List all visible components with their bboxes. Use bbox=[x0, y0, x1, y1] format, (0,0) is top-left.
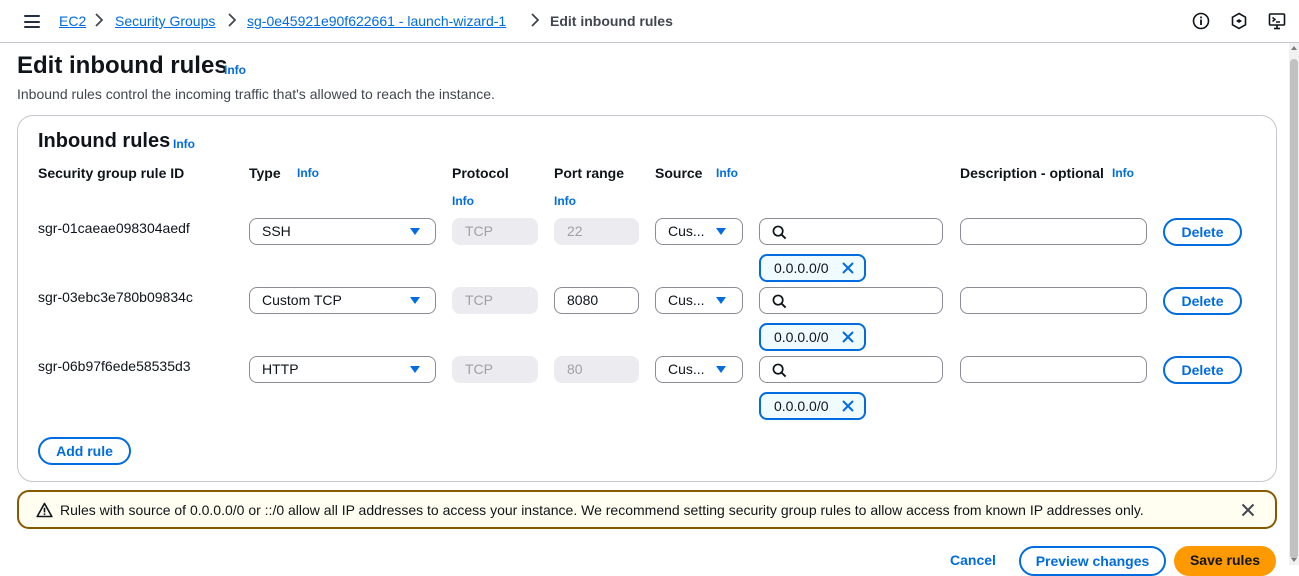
container-title: Inbound rules bbox=[38, 130, 171, 152]
type-select-value: Custom TCP bbox=[262, 292, 342, 308]
port-range-input[interactable]: 8080 bbox=[554, 287, 639, 314]
breadcrumb-security-group[interactable]: sg-0e45921e90f622661 - launch-wizard-1 bbox=[247, 13, 506, 29]
page-title: Edit inbound rules bbox=[17, 52, 228, 79]
rule-id: sgr-03ebc3e780b09834c bbox=[38, 289, 193, 305]
caret-down-icon bbox=[716, 228, 726, 235]
column-header-rule-id: Security group rule ID bbox=[38, 165, 185, 181]
close-icon[interactable] bbox=[841, 261, 855, 275]
cidr-token-value: 0.0.0.0/0 bbox=[774, 398, 829, 414]
protocol-field: TCP bbox=[452, 287, 538, 314]
source-select-value: Cus... bbox=[668, 361, 705, 377]
type-select[interactable]: Custom TCP bbox=[249, 287, 436, 314]
description-input[interactable] bbox=[960, 356, 1147, 383]
delete-button[interactable]: Delete bbox=[1163, 218, 1242, 246]
cloudshell-icon[interactable] bbox=[1268, 12, 1286, 30]
add-rule-button[interactable]: Add rule bbox=[38, 437, 131, 465]
description-input[interactable] bbox=[960, 218, 1147, 245]
caret-down-icon bbox=[410, 366, 420, 373]
chevron-right-icon bbox=[95, 13, 103, 27]
type-select[interactable]: SSH bbox=[249, 218, 436, 245]
cidr-token: 0.0.0.0/0 bbox=[759, 254, 866, 282]
port-range-field: 80 bbox=[554, 356, 639, 383]
column-header-type: Type bbox=[249, 165, 281, 181]
description-input[interactable] bbox=[960, 287, 1147, 314]
caret-down-icon bbox=[410, 297, 420, 304]
column-header-port-range: Port range bbox=[554, 165, 625, 181]
caret-down-icon bbox=[410, 228, 420, 235]
search-icon bbox=[772, 294, 787, 309]
scroll-down-arrow-icon[interactable] bbox=[1291, 558, 1297, 562]
type-select-value: SSH bbox=[262, 223, 291, 239]
page-description: Inbound rules control the incoming traff… bbox=[17, 86, 495, 102]
info-circle-icon[interactable] bbox=[1192, 12, 1210, 30]
vertical-scrollbar[interactable] bbox=[1289, 43, 1299, 565]
search-icon bbox=[772, 225, 787, 240]
breadcrumb-security-groups[interactable]: Security Groups bbox=[115, 13, 215, 29]
breadcrumb-ec2[interactable]: EC2 bbox=[59, 13, 86, 29]
source-select-value: Cus... bbox=[668, 223, 705, 239]
warning-icon bbox=[36, 502, 53, 518]
caret-down-icon bbox=[716, 366, 726, 373]
rule-id: sgr-01caeae098304aedf bbox=[38, 220, 190, 236]
cidr-token-value: 0.0.0.0/0 bbox=[774, 260, 829, 276]
warning-text: Rules with source of 0.0.0.0/0 or ::/0 a… bbox=[60, 502, 1144, 518]
column-header-source: Source bbox=[655, 165, 703, 181]
delete-button[interactable]: Delete bbox=[1163, 287, 1242, 315]
cidr-search-input[interactable] bbox=[759, 287, 943, 314]
caret-down-icon bbox=[716, 297, 726, 304]
close-icon[interactable] bbox=[841, 330, 855, 344]
cidr-search-input[interactable] bbox=[759, 356, 943, 383]
type-select-value: HTTP bbox=[262, 361, 299, 377]
scrollbar-thumb[interactable] bbox=[1290, 59, 1298, 559]
source-select[interactable]: Cus... bbox=[655, 287, 743, 314]
search-icon bbox=[772, 363, 787, 378]
protocol-info-link[interactable]: Info bbox=[452, 194, 474, 208]
chevron-right-icon bbox=[531, 13, 539, 27]
chevron-right-icon bbox=[228, 13, 236, 27]
source-select[interactable]: Cus... bbox=[655, 218, 743, 245]
cidr-token: 0.0.0.0/0 bbox=[759, 323, 866, 351]
menu-icon[interactable] bbox=[24, 15, 40, 28]
source-info-link[interactable]: Info bbox=[716, 166, 738, 180]
save-rules-button[interactable]: Save rules bbox=[1174, 546, 1276, 576]
close-icon[interactable] bbox=[841, 399, 855, 413]
warning-alert: Rules with source of 0.0.0.0/0 or ::/0 a… bbox=[17, 490, 1277, 529]
cidr-search-input[interactable] bbox=[759, 218, 943, 245]
source-select-value: Cus... bbox=[668, 292, 705, 308]
type-select[interactable]: HTTP bbox=[249, 356, 436, 383]
close-icon[interactable] bbox=[1241, 503, 1255, 517]
breadcrumb-current: Edit inbound rules bbox=[550, 13, 673, 29]
scroll-up-arrow-icon[interactable] bbox=[1291, 46, 1297, 50]
top-navigation-bar: EC2 Security Groups sg-0e45921e90f622661… bbox=[0, 0, 1299, 43]
type-info-link[interactable]: Info bbox=[297, 166, 319, 180]
preview-changes-button[interactable]: Preview changes bbox=[1019, 546, 1166, 576]
protocol-field: TCP bbox=[452, 356, 538, 383]
cidr-token-value: 0.0.0.0/0 bbox=[774, 329, 829, 345]
delete-button[interactable]: Delete bbox=[1163, 356, 1242, 384]
column-header-protocol: Protocol bbox=[452, 165, 509, 181]
hexagon-icon[interactable] bbox=[1230, 12, 1248, 30]
description-info-link[interactable]: Info bbox=[1112, 166, 1134, 180]
column-header-description: Description - optional bbox=[960, 165, 1104, 181]
protocol-field: TCP bbox=[452, 218, 538, 245]
container-info-link[interactable]: Info bbox=[173, 137, 195, 151]
page-info-link[interactable]: Info bbox=[224, 63, 246, 77]
cidr-token: 0.0.0.0/0 bbox=[759, 392, 866, 420]
source-select[interactable]: Cus... bbox=[655, 356, 743, 383]
cancel-button[interactable]: Cancel bbox=[950, 552, 996, 568]
rule-id: sgr-06b97f6ede58535d3 bbox=[38, 358, 191, 374]
port-range-info-link[interactable]: Info bbox=[554, 194, 576, 208]
port-range-field: 22 bbox=[554, 218, 639, 245]
